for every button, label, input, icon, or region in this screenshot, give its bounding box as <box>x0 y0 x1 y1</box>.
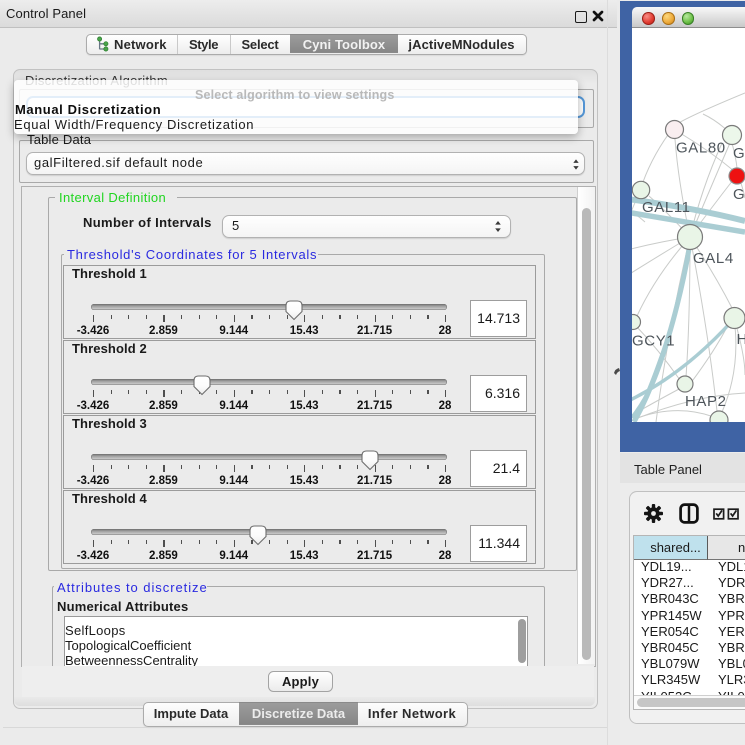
svg-text:GAL4: GAL4 <box>693 250 734 267</box>
svg-text:GAL80: GAL80 <box>676 140 726 157</box>
svg-text:GCY1: GCY1 <box>632 333 675 350</box>
svg-text:H: H <box>737 331 745 348</box>
svg-text:G: G <box>733 186 745 203</box>
svg-text:HAP2: HAP2 <box>685 393 727 410</box>
svg-text:GAL11: GAL11 <box>642 199 691 216</box>
svg-text:GA: GA <box>733 145 745 162</box>
